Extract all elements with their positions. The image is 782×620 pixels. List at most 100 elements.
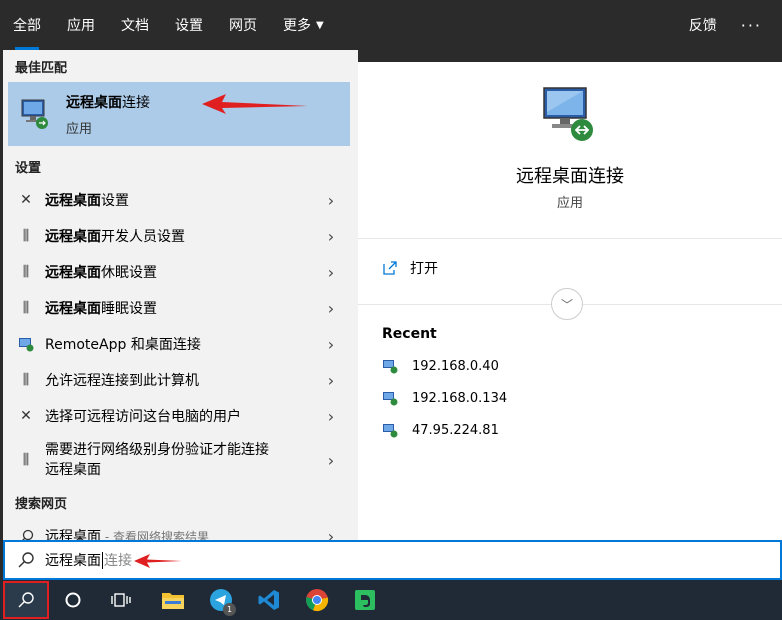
remote-connect-icon: ✕ [20, 408, 32, 424]
folder-icon [162, 593, 184, 609]
app-type: 应用 [556, 196, 583, 211]
chevron-right-icon: › [327, 526, 335, 541]
text-cursor [102, 551, 103, 569]
recent-item[interactable]: 192.168.0.134 [382, 390, 507, 406]
taskbar: 1 [0, 580, 782, 620]
search-icon [17, 527, 35, 540]
best-match-type: 应用 [66, 121, 93, 137]
app-name: 远程桌面连接 [516, 166, 624, 187]
web-search-label: 远程桌面 - 查看网络搜索结果 [45, 529, 209, 540]
vscode-button[interactable] [245, 580, 293, 620]
settings-slider-icon: ⫼ [22, 452, 30, 468]
chevron-right-icon: › [327, 406, 335, 426]
chevron-right-icon: › [327, 370, 335, 390]
task-view-button[interactable] [97, 580, 145, 620]
chevron-right-icon: › [327, 450, 335, 470]
chevron-right-icon: › [327, 262, 335, 282]
settings-item-allow-remote[interactable]: ⫼ 允许远程连接到此计算机 › [3, 362, 358, 398]
recent-address: 47.95.224.81 [412, 422, 499, 438]
settings-item-select-users[interactable]: ✕ 选择可远程访问这台电脑的用户 › [3, 398, 358, 434]
recent-heading: Recent [382, 326, 437, 342]
settings-item-label: 远程桌面睡眠设置 [45, 301, 157, 317]
open-action[interactable]: 打开 [382, 258, 438, 278]
tab-settings[interactable]: 设置 [162, 0, 216, 50]
chevron-right-icon: › [327, 298, 335, 318]
search-icon [18, 552, 34, 568]
settings-slider-icon: ⫼ [22, 228, 30, 244]
remoteapp-icon [17, 335, 35, 353]
annotation-arrow [202, 94, 308, 114]
search-filter-bar: 全部 应用 文档 设置 网页 更多 ▼ 反馈 ··· [0, 0, 782, 50]
recent-item[interactable]: 47.95.224.81 [382, 422, 499, 438]
settings-item-label: 远程桌面开发人员设置 [45, 229, 185, 245]
taskbar-search-button[interactable] [3, 581, 49, 619]
feedback-button[interactable]: 反馈 [675, 0, 731, 50]
recent-address: 192.168.0.134 [412, 390, 508, 406]
evernote-button[interactable] [341, 580, 389, 620]
settings-item-developer[interactable]: ⫼ 远程桌面开发人员设置 › [3, 218, 358, 254]
chevron-down-icon: ﹀ [560, 297, 573, 312]
chrome-icon [306, 589, 329, 612]
notification-badge: 1 [223, 603, 236, 616]
tab-label: 网页 [229, 18, 257, 34]
file-explorer-button[interactable] [149, 580, 197, 620]
tab-web[interactable]: 网页 [216, 0, 270, 50]
settings-item-sleep[interactable]: ⫼ 远程桌面睡眠设置 › [3, 290, 358, 326]
settings-item-hibernate[interactable]: ⫼ 远程桌面休眠设置 › [3, 254, 358, 290]
settings-item-label: RemoteApp 和桌面连接 [45, 337, 201, 353]
recent-address: 192.168.0.40 [412, 358, 499, 374]
remote-desktop-icon [383, 360, 398, 374]
settings-item-remoteapp[interactable]: RemoteApp 和桌面连接 › [3, 326, 358, 362]
remote-connect-icon: ✕ [20, 192, 32, 208]
app-detail-panel: 远程桌面连接 应用 打开 ﹀ Recent 192.168.0.40 192.1… [358, 62, 782, 540]
settings-item-remote-desktop[interactable]: ✕ 远程桌面设置 › [3, 182, 358, 218]
best-match-name: 远程桌面连接 [66, 94, 150, 111]
tab-label: 设置 [175, 18, 203, 34]
settings-slider-icon: ⫼ [22, 264, 30, 280]
tab-label: 更多 [283, 18, 311, 34]
web-search-item[interactable]: 远程桌面 - 查看网络搜索结果 › [3, 518, 358, 540]
settings-item-label: 远程桌面休眠设置 [45, 265, 157, 281]
cortana-icon [65, 592, 81, 608]
search-typed-text: 远程桌面 [45, 553, 101, 569]
chrome-button[interactable] [293, 580, 341, 620]
divider [358, 238, 782, 239]
settings-item-label: 远程桌面设置 [45, 193, 129, 209]
remote-desktop-icon [383, 424, 398, 438]
vscode-icon [258, 590, 279, 610]
recent-item[interactable]: 192.168.0.40 [382, 358, 499, 374]
evernote-icon [355, 590, 375, 610]
tab-more[interactable]: 更多 ▼ [270, 0, 337, 50]
telegram-button[interactable]: 1 [197, 580, 245, 620]
search-autocomplete: 连接 [104, 553, 132, 569]
task-view-icon [111, 593, 131, 607]
tab-label: 全部 [13, 18, 41, 34]
settings-item-nla[interactable]: ⫼ 需要进行网络级别身份验证才能连接 远程桌面 › [3, 434, 358, 486]
settings-slider-icon: ⫼ [22, 372, 30, 388]
remote-desktop-icon [383, 392, 398, 406]
tab-all[interactable]: 全部 [0, 0, 54, 50]
settings-slider-icon: ⫼ [22, 300, 30, 316]
results-list: 最佳匹配 远程桌面连接 应用 设置 ✕ 远程桌面设置 › ⫼ 远程桌面开发人员设… [0, 50, 358, 540]
tab-documents[interactable]: 文档 [108, 0, 162, 50]
search-icon [18, 592, 34, 608]
expand-button[interactable]: ﹀ [551, 288, 583, 320]
chevron-right-icon: › [327, 190, 335, 210]
tab-apps[interactable]: 应用 [54, 0, 108, 50]
more-options-button[interactable]: ··· [731, 0, 782, 50]
open-icon [383, 261, 397, 275]
search-input[interactable]: 远程桌面 连接 [3, 540, 782, 580]
chevron-right-icon: › [327, 334, 335, 354]
web-search-heading: 搜索网页 [15, 496, 68, 512]
tab-label: 文档 [121, 18, 149, 34]
settings-item-label: 选择可远程访问这台电脑的用户 [45, 409, 241, 425]
chevron-right-icon: › [327, 226, 335, 246]
settings-heading: 设置 [15, 160, 42, 176]
annotation-arrow [134, 554, 182, 568]
settings-item-label: 需要进行网络级别身份验证才能连接 远程桌面 [45, 442, 269, 478]
cortana-button[interactable] [49, 580, 97, 620]
settings-item-label: 允许远程连接到此计算机 [45, 373, 199, 389]
remote-desktop-icon [21, 99, 48, 129]
remote-desktop-icon [543, 87, 593, 141]
best-match-heading: 最佳匹配 [15, 60, 68, 76]
